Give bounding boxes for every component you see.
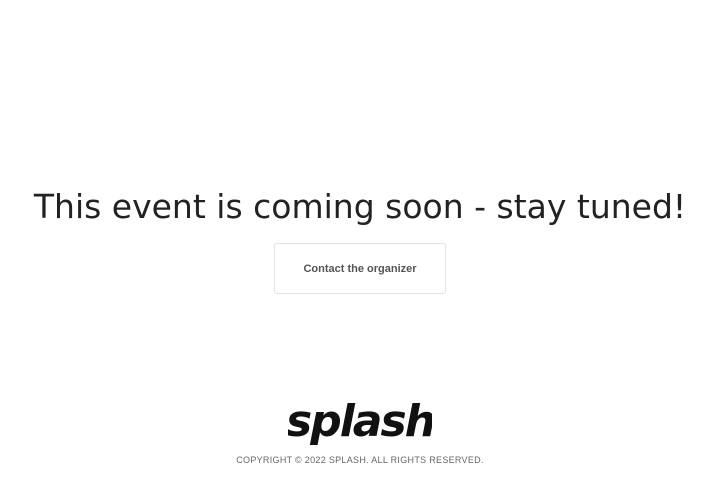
logo-text: splash bbox=[288, 398, 432, 447]
copyright-text: COPYRIGHT © 2022 SPLASH. ALL RIGHTS RESE… bbox=[236, 455, 484, 465]
footer: splash COPYRIGHT © 2022 SPLASH. ALL RIGH… bbox=[0, 398, 720, 465]
splash-logo: splash bbox=[288, 398, 432, 447]
page-title: This event is coming soon - stay tuned! bbox=[33, 187, 687, 226]
contact-organizer-button[interactable]: Contact the organizer bbox=[274, 243, 446, 294]
main-content: This event is coming soon - stay tuned! … bbox=[0, 0, 720, 480]
